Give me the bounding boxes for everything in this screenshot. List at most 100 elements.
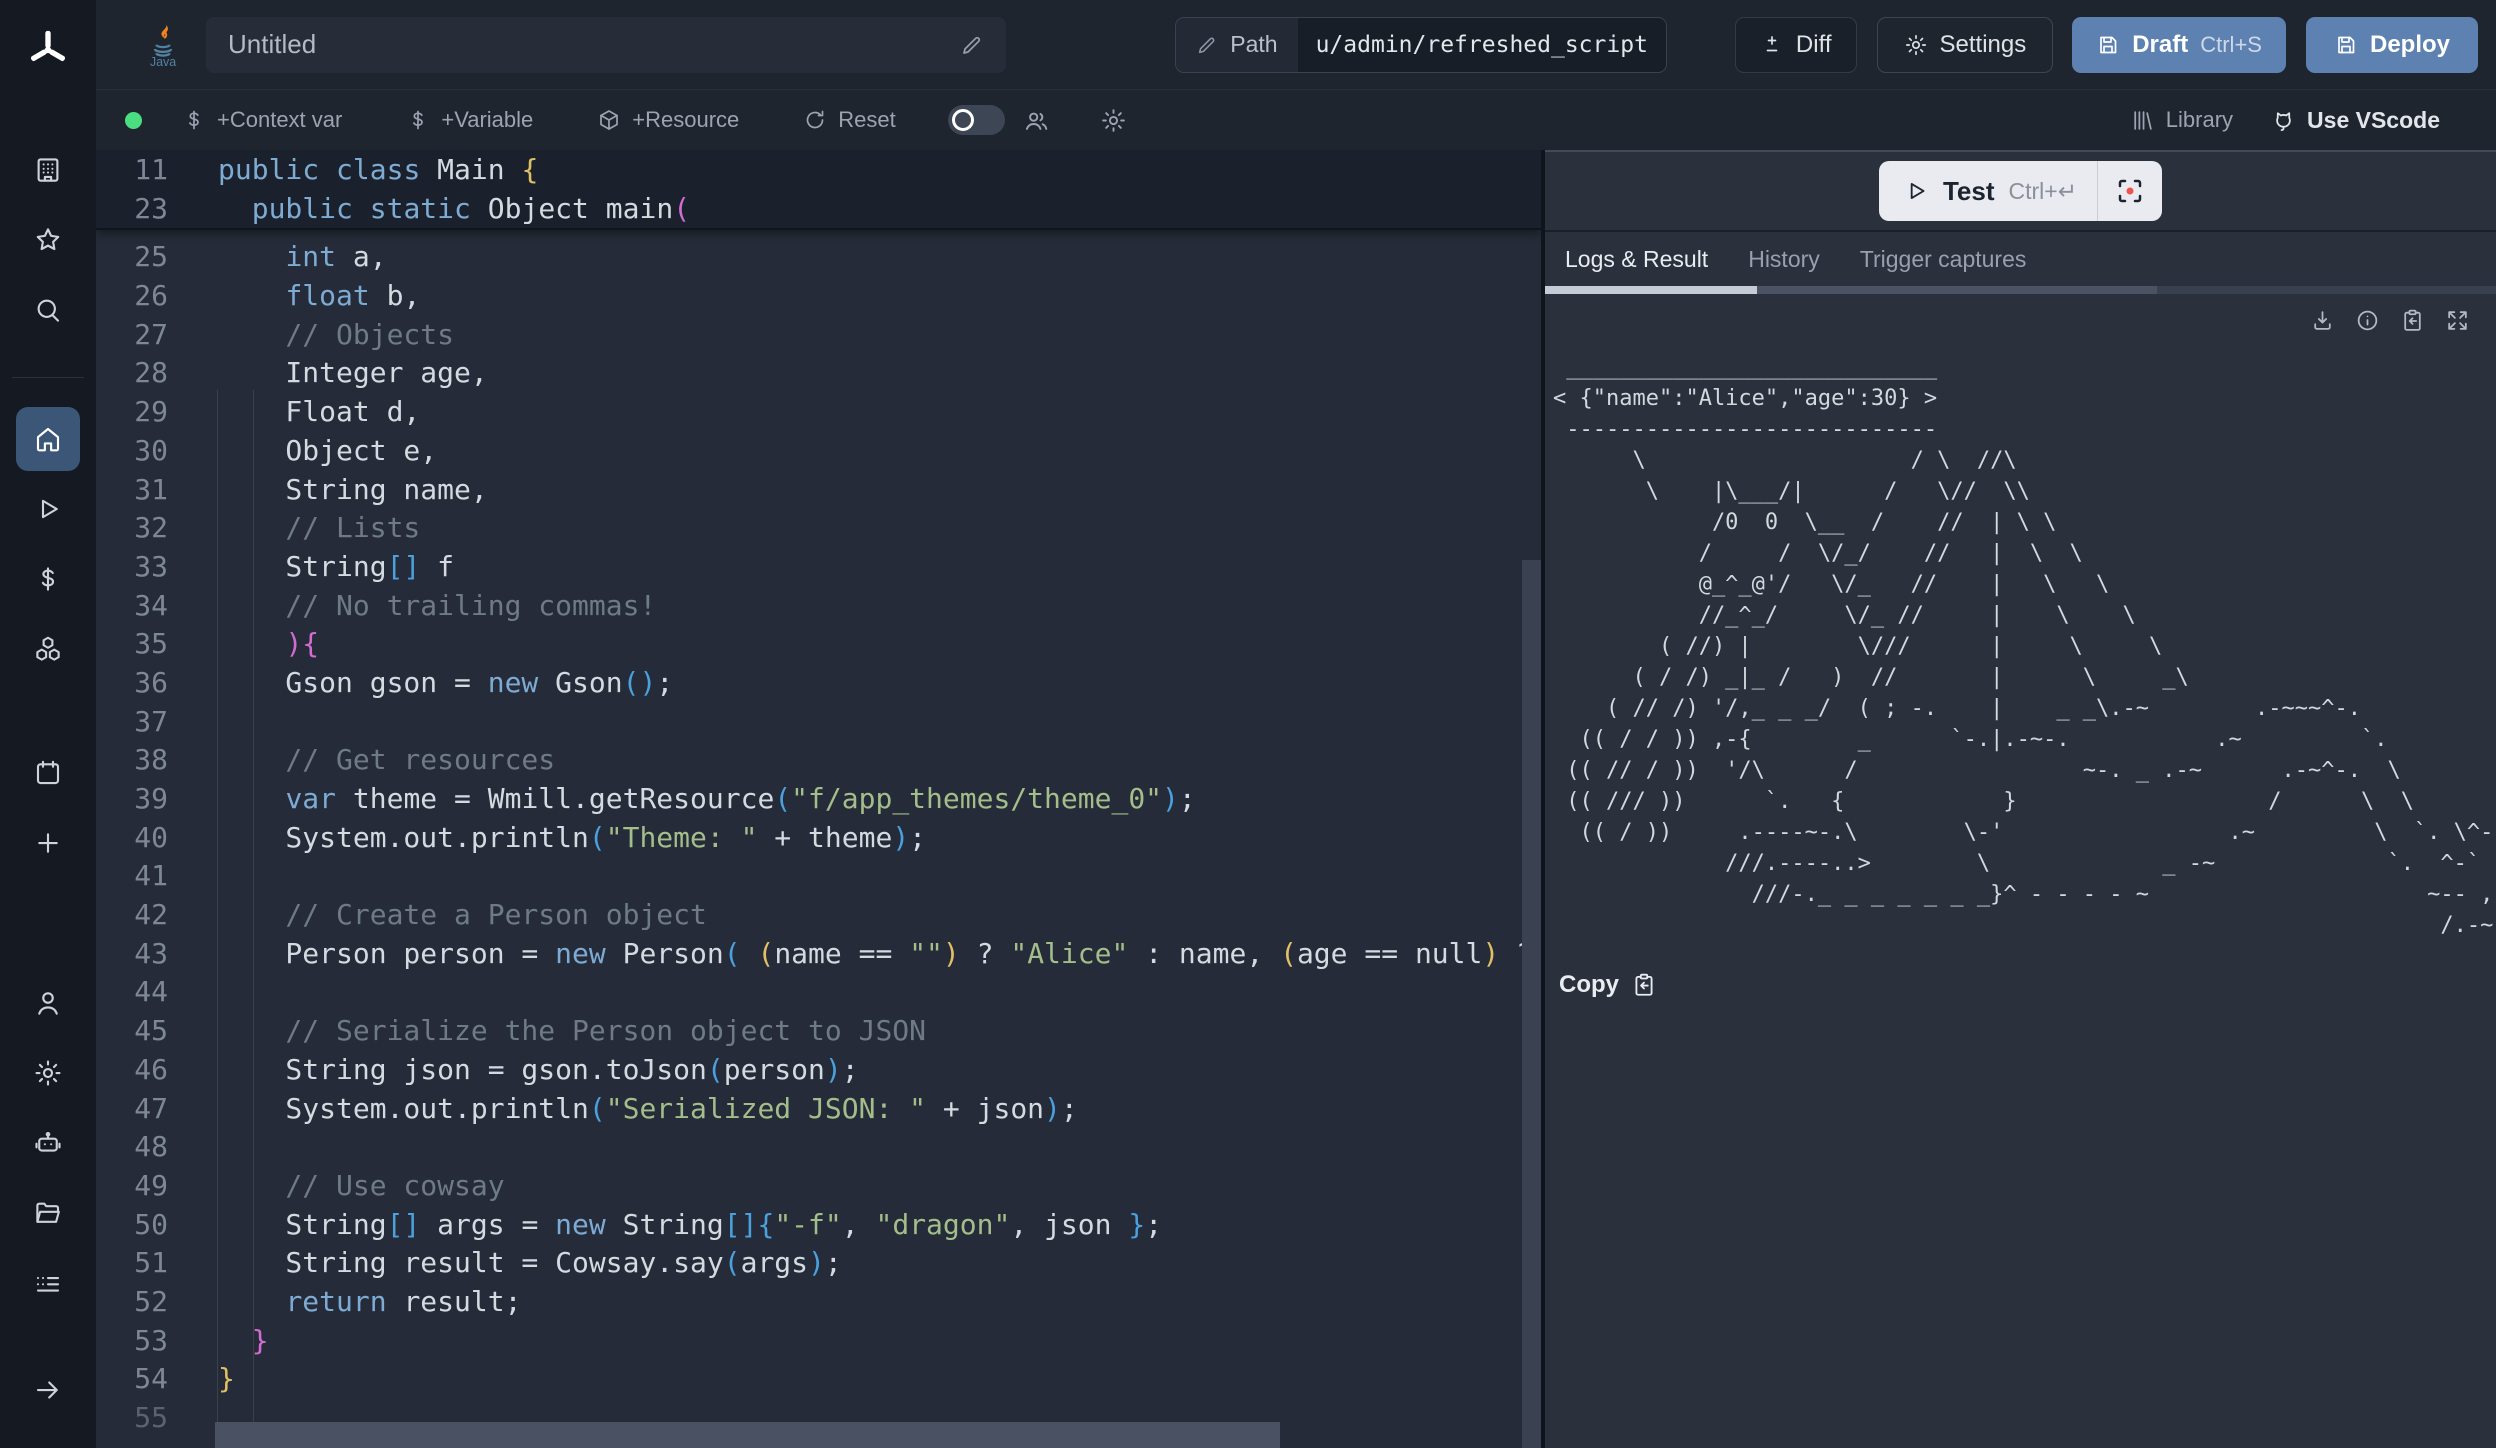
code-line: 36 Gson gson = new Gson(); — [96, 664, 1541, 703]
code-text[interactable]: String[] args = new String[]{"-f", "drag… — [218, 1206, 1162, 1245]
line-number: 50 — [96, 1206, 168, 1245]
sidebar-item-account[interactable] — [13, 968, 83, 1038]
code-text[interactable]: // Serialize the Person object to JSON — [218, 1012, 926, 1051]
script-title-input[interactable]: Untitled — [206, 17, 1006, 73]
code-line: 44 — [96, 973, 1541, 1012]
sidebar-item-schedules[interactable] — [13, 738, 83, 808]
users-icon[interactable] — [1023, 107, 1050, 134]
sidebar-item-audit-logs[interactable] — [13, 1248, 83, 1318]
code-text[interactable]: Object e, — [218, 432, 437, 471]
code-text[interactable]: // Create a Person object — [218, 896, 707, 935]
settings-button[interactable]: Settings — [1877, 17, 2054, 73]
code-text[interactable]: Float d, — [218, 393, 420, 432]
sidebar-item-favorites[interactable] — [13, 205, 83, 275]
code-editor[interactable]: 11public class Main {23 public static Ob… — [96, 150, 1541, 1448]
sidebar-item-add[interactable] — [13, 808, 83, 878]
logo-button[interactable] — [25, 0, 71, 100]
code-text[interactable]: String result = Cowsay.say(args); — [218, 1244, 842, 1283]
code-text[interactable]: public static Object main( — [218, 190, 690, 229]
toolbar-reset[interactable]: Reset — [803, 107, 895, 133]
clipboard-copy-icon — [1631, 972, 1657, 998]
draft-button[interactable]: Draft Ctrl+S — [2072, 17, 2286, 73]
deploy-button[interactable]: Deploy — [2306, 17, 2478, 73]
code-text[interactable]: // Lists — [218, 509, 420, 548]
line-number: 47 — [96, 1090, 168, 1129]
code-text[interactable]: Gson gson = new Gson(); — [218, 664, 673, 703]
clipboard-import-icon[interactable] — [2400, 308, 2425, 333]
code-text[interactable]: String name, — [218, 471, 488, 510]
code-text[interactable]: return result; — [218, 1283, 521, 1322]
capture-run-button[interactable] — [2098, 176, 2162, 206]
line-number: 23 — [96, 190, 168, 229]
code-text[interactable]: Person person = new Person( (name == "")… — [218, 935, 1533, 974]
main-area: Java Untitled Path u/admin/refreshed_scr… — [96, 0, 2496, 1448]
sidebar-item-runs[interactable] — [13, 474, 83, 544]
line-number: 34 — [96, 587, 168, 626]
tab-history[interactable]: History — [1728, 246, 1840, 273]
expand-icon[interactable] — [2445, 308, 2470, 333]
script-title: Untitled — [228, 29, 316, 60]
sidebar-item-variables[interactable] — [13, 544, 83, 614]
code-text[interactable]: float b, — [218, 277, 420, 316]
pencil-icon[interactable] — [960, 33, 984, 57]
info-icon[interactable] — [2355, 308, 2380, 333]
library-icon — [2130, 108, 2155, 133]
code-text[interactable]: System.out.println("Serialized JSON: " +… — [218, 1090, 1078, 1129]
download-icon[interactable] — [2310, 308, 2335, 333]
tab-logs-result[interactable]: Logs & Result — [1545, 246, 1728, 273]
sidebar-item-instance-settings[interactable] — [13, 1038, 83, 1108]
code-text[interactable]: } — [218, 1360, 235, 1399]
diff-mode-toggle[interactable] — [948, 105, 1005, 135]
code-text[interactable]: System.out.println("Theme: " + theme); — [218, 819, 926, 858]
list-icon — [33, 1268, 63, 1298]
line-number: 26 — [96, 277, 168, 316]
code-text[interactable]: // Get resources — [218, 741, 555, 780]
sidebar-item-folders[interactable] — [13, 1178, 83, 1248]
sidebar-item-workers[interactable] — [13, 1108, 83, 1178]
code-text[interactable]: // Use cowsay — [218, 1167, 505, 1206]
windmill-logo — [25, 27, 71, 73]
code-text[interactable]: // No trailing commas! — [218, 587, 656, 626]
toolbar-use-vscode[interactable]: Use VScode — [2271, 107, 2440, 134]
copy-result-button[interactable]: Copy — [1545, 941, 2496, 999]
toolbar-context-var[interactable]: +Context var — [182, 107, 342, 133]
windmill-script-editor: Java Untitled Path u/admin/refreshed_scr… — [0, 0, 2496, 1448]
path-edit-button[interactable]: Path — [1176, 18, 1297, 72]
path-control[interactable]: Path u/admin/refreshed_script — [1175, 17, 1667, 73]
code-text[interactable]: } — [218, 1322, 269, 1361]
code-text[interactable]: int a, — [218, 238, 387, 277]
line-number: 33 — [96, 548, 168, 587]
sidebar-item-search[interactable] — [13, 275, 83, 345]
vertical-scrollbar[interactable] — [1522, 560, 1541, 1448]
panel-tabs: Logs & ResultHistoryTrigger captures — [1545, 232, 2496, 286]
line-number: 39 — [96, 780, 168, 819]
code-text[interactable]: String json = gson.toJson(person); — [218, 1051, 859, 1090]
toolbar-resource[interactable]: +Resource — [597, 107, 739, 133]
dollar-icon — [182, 108, 206, 132]
sidebar-item-workspace[interactable] — [13, 135, 83, 205]
code-text[interactable]: public class Main { — [218, 151, 538, 190]
dollar-icon — [33, 564, 63, 594]
indent-guide — [217, 390, 218, 1448]
tab-trigger-captures[interactable]: Trigger captures — [1840, 246, 2047, 273]
sidebar-item-home[interactable] — [16, 407, 80, 471]
diff-button[interactable]: Diff — [1735, 17, 1857, 73]
diff-icon — [1760, 33, 1784, 57]
toolbar-variable[interactable]: +Variable — [406, 107, 533, 133]
code-text[interactable]: ){ — [218, 625, 319, 664]
code-line: 29 Float d, — [96, 393, 1541, 432]
line-number: 46 — [96, 1051, 168, 1090]
play-icon — [33, 494, 63, 524]
test-button[interactable]: Test Ctrl+↵ — [1879, 161, 2162, 221]
horizontal-scrollbar[interactable] — [215, 1422, 1280, 1448]
code-text[interactable]: // Objects — [218, 316, 454, 355]
sidebar-item-collapse[interactable] — [13, 1355, 83, 1425]
toolbar-library[interactable]: Library — [2130, 107, 2233, 133]
code-text[interactable]: var theme = Wmill.getResource("f/app_the… — [218, 780, 1196, 819]
sidebar-item-resources[interactable] — [13, 614, 83, 684]
gear-icon[interactable] — [1100, 107, 1127, 134]
code-line: 48 — [96, 1128, 1541, 1167]
code-text[interactable]: Integer age, — [218, 354, 488, 393]
pencil-icon — [1196, 34, 1218, 56]
line-number: 42 — [96, 896, 168, 935]
